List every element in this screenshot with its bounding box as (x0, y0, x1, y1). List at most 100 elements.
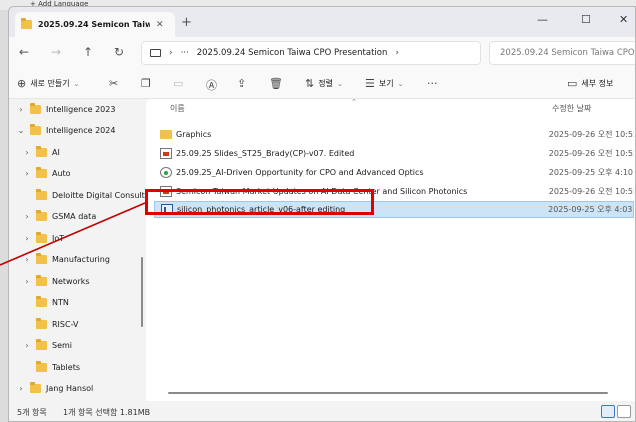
folder-icon (36, 209, 47, 221)
view-label: 보기 (378, 79, 394, 88)
nav-item-ntn[interactable]: NTN (23, 294, 69, 310)
rename-icon: Ⓐ (206, 79, 217, 92)
refresh-icon[interactable]: ↻ (114, 45, 124, 59)
chevron-down-icon: ⌄ (73, 79, 80, 88)
tab-close-icon[interactable]: ✕ (156, 20, 164, 30)
chevron-right-icon[interactable]: › (23, 212, 31, 221)
column-header-name[interactable]: 이름 (170, 103, 185, 114)
nav-item-label: NTN (52, 297, 69, 307)
chevron-right-icon: › (169, 48, 173, 58)
forward-arrow-icon[interactable]: → (51, 45, 61, 59)
folder-icon (36, 188, 47, 200)
chevron-right-icon[interactable]: › (17, 384, 25, 393)
explorer-tab[interactable]: 2025.09.24 Semicon Taiwa CPO Presentatio… (15, 12, 175, 37)
up-arrow-icon[interactable]: ↑ (83, 45, 93, 59)
this-pc-icon (150, 49, 161, 57)
breadcrumb-current-folder[interactable]: 2025.09.24 Semicon Taiwa CPO Presentatio… (197, 48, 388, 58)
file-row[interactable]: Graphics 2025-09-26 오전 10:55 (154, 126, 634, 143)
file-modified-date: 2025-09-25 오후 4:03 (548, 205, 633, 214)
file-row[interactable]: 25.09.25_AI-Driven Opportunity for CPO a… (154, 164, 634, 181)
tiles-view-icon[interactable] (617, 405, 631, 418)
details-pane-button[interactable]: ▭ 세부 정보 (567, 77, 613, 90)
copy-button[interactable]: ❐ (141, 77, 151, 90)
trash-icon: 🗑 (269, 77, 283, 90)
sort-icon: ⇅ (305, 77, 315, 90)
nav-item-label: IoT (52, 233, 65, 243)
nav-item-auto[interactable]: › Auto (23, 165, 71, 181)
chevron-right-icon[interactable]: › (23, 234, 31, 243)
chevron-right-icon[interactable]: › (23, 169, 31, 178)
folder-icon (36, 252, 47, 264)
chevron-right-icon[interactable]: › (23, 255, 31, 264)
nav-item-gsma-data[interactable]: › GSMA data (23, 208, 96, 224)
nav-item-risc-v[interactable]: RISC-V (23, 316, 78, 332)
folder-icon (36, 295, 47, 307)
new-button-label: 새로 만들기 (30, 79, 70, 88)
breadcrumb-more[interactable]: ··· (181, 48, 189, 58)
navigation-pane: › Intelligence 2023 ⌄ Intelligence 2024 … (9, 99, 146, 401)
column-header-modified[interactable]: 수정한 날짜 (552, 103, 591, 114)
folder-icon (36, 166, 47, 178)
nav-item-jang-hansol[interactable]: › Jang Hansol (17, 380, 93, 396)
plus-circle-icon: ⊕ (17, 77, 27, 90)
nav-item-manufacturing[interactable]: › Manufacturing (23, 251, 110, 267)
folder-icon (30, 102, 41, 114)
view-button[interactable]: ☰ 보기 ⌄ (365, 77, 403, 90)
copy-icon: ❐ (141, 77, 151, 90)
details-label: 세부 정보 (581, 79, 614, 88)
folder-icon (36, 145, 47, 157)
horizontal-scrollbar[interactable] (168, 392, 608, 394)
file-row[interactable]: 25.09.25 Slides_ST25_Brady(CP)-v07. Edit… (154, 145, 634, 162)
nav-item-networks[interactable]: › Networks (23, 273, 90, 289)
chevron-right-icon[interactable]: › (23, 341, 31, 350)
address-bar[interactable]: › ··· 2025.09.24 Semicon Taiwa CPO Prese… (141, 41, 481, 65)
nav-item-label: GSMA data (52, 211, 97, 221)
nav-item-label: Tablets (52, 362, 80, 372)
share-button[interactable]: ⇪ (237, 77, 246, 90)
more-options-button[interactable]: ··· (427, 77, 438, 90)
chevron-right-icon[interactable]: › (23, 277, 31, 286)
new-button[interactable]: ⊕ 새로 만들기 ⌄ (17, 77, 79, 90)
nav-item-label: Semi (52, 340, 73, 350)
cut-button[interactable]: ✂ (109, 77, 118, 90)
back-arrow-icon[interactable]: ← (19, 45, 29, 59)
more-icon: ··· (427, 77, 438, 90)
file-name: 25.09.25 Slides_ST25_Brady(CP)-v07. Edit… (176, 149, 355, 158)
nav-item-deloitte[interactable]: Deloitte Digital Consulting (23, 187, 146, 203)
nav-item-iot[interactable]: › IoT (23, 230, 64, 246)
sort-button[interactable]: ⇅ 정렬 ⌄ (305, 77, 343, 90)
nav-item-ai[interactable]: › AI (23, 144, 60, 160)
chevron-down-icon: ⌄ (336, 79, 343, 88)
maximize-button[interactable]: ☐ (581, 13, 591, 26)
nav-item-intelligence-2023[interactable]: › Intelligence 2023 (17, 101, 115, 117)
nav-item-semi[interactable]: › Semi (23, 337, 72, 353)
file-list: ⌃ 이름 수정한 날짜 Graphics 2025-09-26 오전 10:55… (146, 99, 635, 401)
details-pane-icon: ▭ (567, 77, 578, 90)
chevron-right-icon[interactable]: › (395, 48, 399, 58)
chevron-right-icon[interactable]: › (17, 105, 25, 114)
selection-info: 1개 항목 선택함 1.81MB (63, 408, 151, 417)
details-view-icon[interactable] (601, 405, 615, 418)
minimize-button[interactable]: — (537, 13, 548, 26)
nav-item-label: Intelligence 2024 (46, 125, 116, 135)
folder-icon (36, 338, 47, 350)
nav-item-intelligence-2024[interactable]: ⌄ Intelligence 2024 (17, 122, 115, 138)
link-icon (160, 167, 172, 178)
paste-button[interactable]: ▭ (173, 77, 183, 90)
nav-scrollbar[interactable] (141, 257, 143, 327)
nav-item-tablets[interactable]: Tablets (23, 359, 80, 375)
nav-item-label: Intelligence 2023 (46, 104, 116, 114)
sort-indicator-icon: ⌃ (351, 99, 357, 106)
chevron-down-icon[interactable]: ⌄ (17, 126, 25, 135)
new-tab-button[interactable]: + (181, 15, 192, 30)
folder-icon (30, 381, 41, 393)
rename-button[interactable]: Ⓐ (206, 77, 217, 93)
chevron-right-icon[interactable]: › (23, 148, 31, 157)
close-button[interactable]: ✕ (619, 13, 628, 26)
search-input[interactable]: 2025.09.24 Semicon Taiwa CPO Presentatio… (489, 41, 635, 65)
item-count: 5개 항목 (17, 408, 47, 417)
chevron-down-icon: ⌄ (397, 79, 404, 88)
folder-icon (36, 231, 47, 243)
file-modified-date: 2025-09-26 오전 10:55 (548, 187, 634, 196)
delete-button[interactable]: 🗑 (269, 77, 283, 90)
